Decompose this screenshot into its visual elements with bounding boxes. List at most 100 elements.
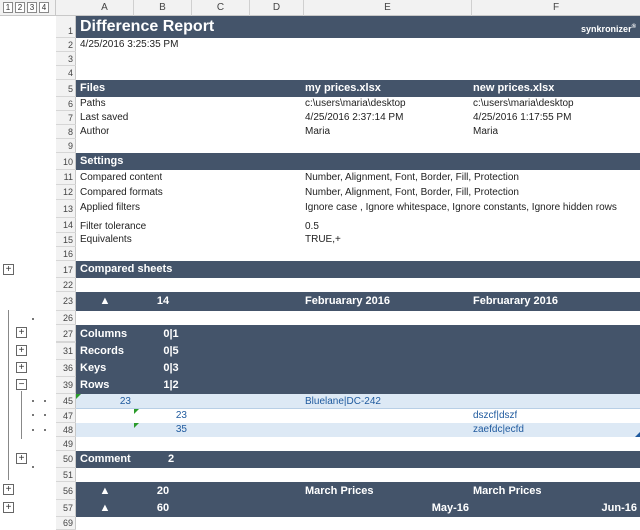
- row-header[interactable]: 49: [56, 437, 76, 451]
- paths-label: Paths: [80, 98, 106, 109]
- keys-value: 0|3: [163, 362, 179, 374]
- outline-dot: [44, 400, 46, 402]
- columns-summary-row: Columns 0|1: [76, 325, 640, 343]
- expand-compared-sheets-button[interactable]: +: [3, 264, 14, 275]
- sheet-row-march[interactable]: ▲ 20 March Prices March Prices: [76, 482, 640, 500]
- author-label: Author: [80, 126, 110, 137]
- row-header[interactable]: 22: [56, 278, 76, 292]
- right-last-saved: 4/25/2016 1:17:55 PM: [473, 112, 572, 123]
- left-author: Maria: [305, 126, 331, 137]
- row-header[interactable]: 47: [56, 409, 76, 423]
- expand-records-button[interactable]: +: [16, 345, 27, 356]
- comment-summary-row: Comment 2: [76, 451, 640, 468]
- column-header-c[interactable]: C: [192, 0, 250, 16]
- left-last-saved: 4/25/2016 2:37:14 PM: [305, 112, 404, 123]
- outline-dot: [32, 414, 34, 416]
- diff-cell-e47[interactable]: Bluelane|DC-242: [305, 394, 381, 409]
- settings-header-row: Settings: [76, 153, 640, 170]
- row-header[interactable]: 69: [56, 517, 76, 530]
- collapse-rows-button[interactable]: −: [16, 379, 27, 390]
- row-header[interactable]: 9: [56, 139, 76, 153]
- settings-header: Settings: [80, 155, 124, 167]
- column-header-e[interactable]: E: [304, 0, 472, 16]
- expand-keys-button[interactable]: +: [16, 362, 27, 373]
- sheet-row-february[interactable]: ▲ 14 Februarary 2016 Februarary 2016: [76, 292, 640, 311]
- diff-cell-f48[interactable]: dszcf|dszf: [473, 409, 517, 423]
- row-header[interactable]: 2: [56, 38, 76, 52]
- left-file-name: my prices.xlsx: [305, 82, 381, 94]
- row-header[interactable]: 36: [56, 360, 76, 377]
- row-header[interactable]: 45: [56, 394, 76, 409]
- sheet-march-arrow-icon[interactable]: ▲: [76, 482, 134, 500]
- brand-logo: synkronizer®: [581, 24, 636, 34]
- columns-value: 0|1: [163, 328, 179, 340]
- records-summary-row: Records 0|5: [76, 343, 640, 360]
- diff-cell-c49[interactable]: 35: [134, 423, 187, 437]
- row-header[interactable]: 57: [56, 500, 76, 517]
- right-file-name: new prices.xlsx: [473, 82, 555, 94]
- sheet-row-may-jun[interactable]: ▲ 60 May-16 Jun-16: [76, 500, 640, 517]
- title-row: Difference Report synkronizer®: [76, 16, 640, 38]
- row-header[interactable]: 8: [56, 125, 76, 139]
- row-header[interactable]: 27: [56, 325, 76, 342]
- files-header: Files: [80, 82, 106, 94]
- row-header[interactable]: 39: [56, 377, 76, 394]
- row-header[interactable]: 23: [56, 292, 76, 311]
- outline-level-1-button[interactable]: 1: [3, 2, 13, 13]
- column-header-d[interactable]: D: [250, 0, 304, 16]
- expand-comment-button[interactable]: +: [16, 453, 27, 464]
- applied-filters-value: Ignore case , Ignore whitespace, Ignore …: [305, 202, 617, 213]
- sheet-march-count: 20: [156, 485, 170, 497]
- row-header[interactable]: 12: [56, 185, 76, 200]
- row-header[interactable]: 13: [56, 200, 76, 218]
- column-header-b[interactable]: B: [134, 0, 192, 16]
- cell-corner-marker-icon: [635, 432, 640, 437]
- sheet-march-right: March Prices: [473, 485, 542, 497]
- outline-dot: [44, 414, 46, 416]
- row-headers: 1 2 3 4 5 6 7 8 9 10 11 12 13 14 15 16 1…: [56, 16, 76, 530]
- outline-level-4-button[interactable]: 4: [39, 2, 49, 13]
- row-header[interactable]: 3: [56, 52, 76, 66]
- column-header-f[interactable]: F: [472, 0, 640, 16]
- diff-cell-c48[interactable]: 23: [134, 409, 187, 423]
- compared-formats-value: Number, Alignment, Font, Border, Fill, P…: [305, 187, 519, 198]
- row-header[interactable]: 56: [56, 482, 76, 500]
- expand-march-prices-button[interactable]: +: [3, 484, 14, 495]
- row-header[interactable]: 7: [56, 111, 76, 125]
- row-header[interactable]: 5: [56, 80, 76, 97]
- diff-cell-b47[interactable]: 23: [76, 394, 131, 409]
- rows-summary-row: Rows 1|2: [76, 377, 640, 394]
- diff-row-48[interactable]: 23 dszcf|dszf: [76, 409, 640, 423]
- columns-label: Columns: [80, 328, 128, 340]
- sheet-february-count: 14: [156, 295, 170, 307]
- files-header-row: Files my prices.xlsx new prices.xlsx: [76, 80, 640, 97]
- diff-row-47[interactable]: 23 Bluelane|DC-242: [76, 394, 640, 409]
- expand-columns-button[interactable]: +: [16, 327, 27, 338]
- row-header[interactable]: 6: [56, 97, 76, 111]
- compared-content-row: Compared content Number, Alignment, Font…: [76, 170, 640, 185]
- row-header[interactable]: 51: [56, 468, 76, 482]
- equivalents-row: Equivalents TRUE,+: [76, 233, 640, 247]
- row-header[interactable]: 17: [56, 261, 76, 278]
- outline-level-3-button[interactable]: 3: [27, 2, 37, 13]
- filter-tolerance-row: Filter tolerance 0.5: [76, 218, 640, 233]
- row-header[interactable]: 11: [56, 170, 76, 185]
- row-header[interactable]: 10: [56, 153, 76, 170]
- row-header[interactable]: 15: [56, 233, 76, 247]
- sheet-may-arrow-icon[interactable]: ▲: [76, 500, 134, 517]
- row-header[interactable]: 50: [56, 451, 76, 468]
- row-header[interactable]: 16: [56, 247, 76, 261]
- row-header[interactable]: 48: [56, 423, 76, 437]
- diff-row-49[interactable]: 35 zaefdc|ecfd: [76, 423, 640, 437]
- compared-formats-row: Compared formats Number, Alignment, Font…: [76, 185, 640, 200]
- column-header-a[interactable]: A: [76, 0, 134, 16]
- row-header[interactable]: 26: [56, 311, 76, 325]
- row-header[interactable]: 31: [56, 343, 76, 360]
- diff-cell-f49[interactable]: zaefdc|ecfd: [473, 423, 524, 437]
- sheet-february-arrow-icon[interactable]: ▲: [76, 292, 134, 311]
- expand-may-jun-button[interactable]: +: [3, 502, 14, 513]
- row-header[interactable]: 1: [56, 16, 76, 38]
- row-header[interactable]: 4: [56, 66, 76, 80]
- row-header[interactable]: 14: [56, 218, 76, 233]
- outline-level-2-button[interactable]: 2: [15, 2, 25, 13]
